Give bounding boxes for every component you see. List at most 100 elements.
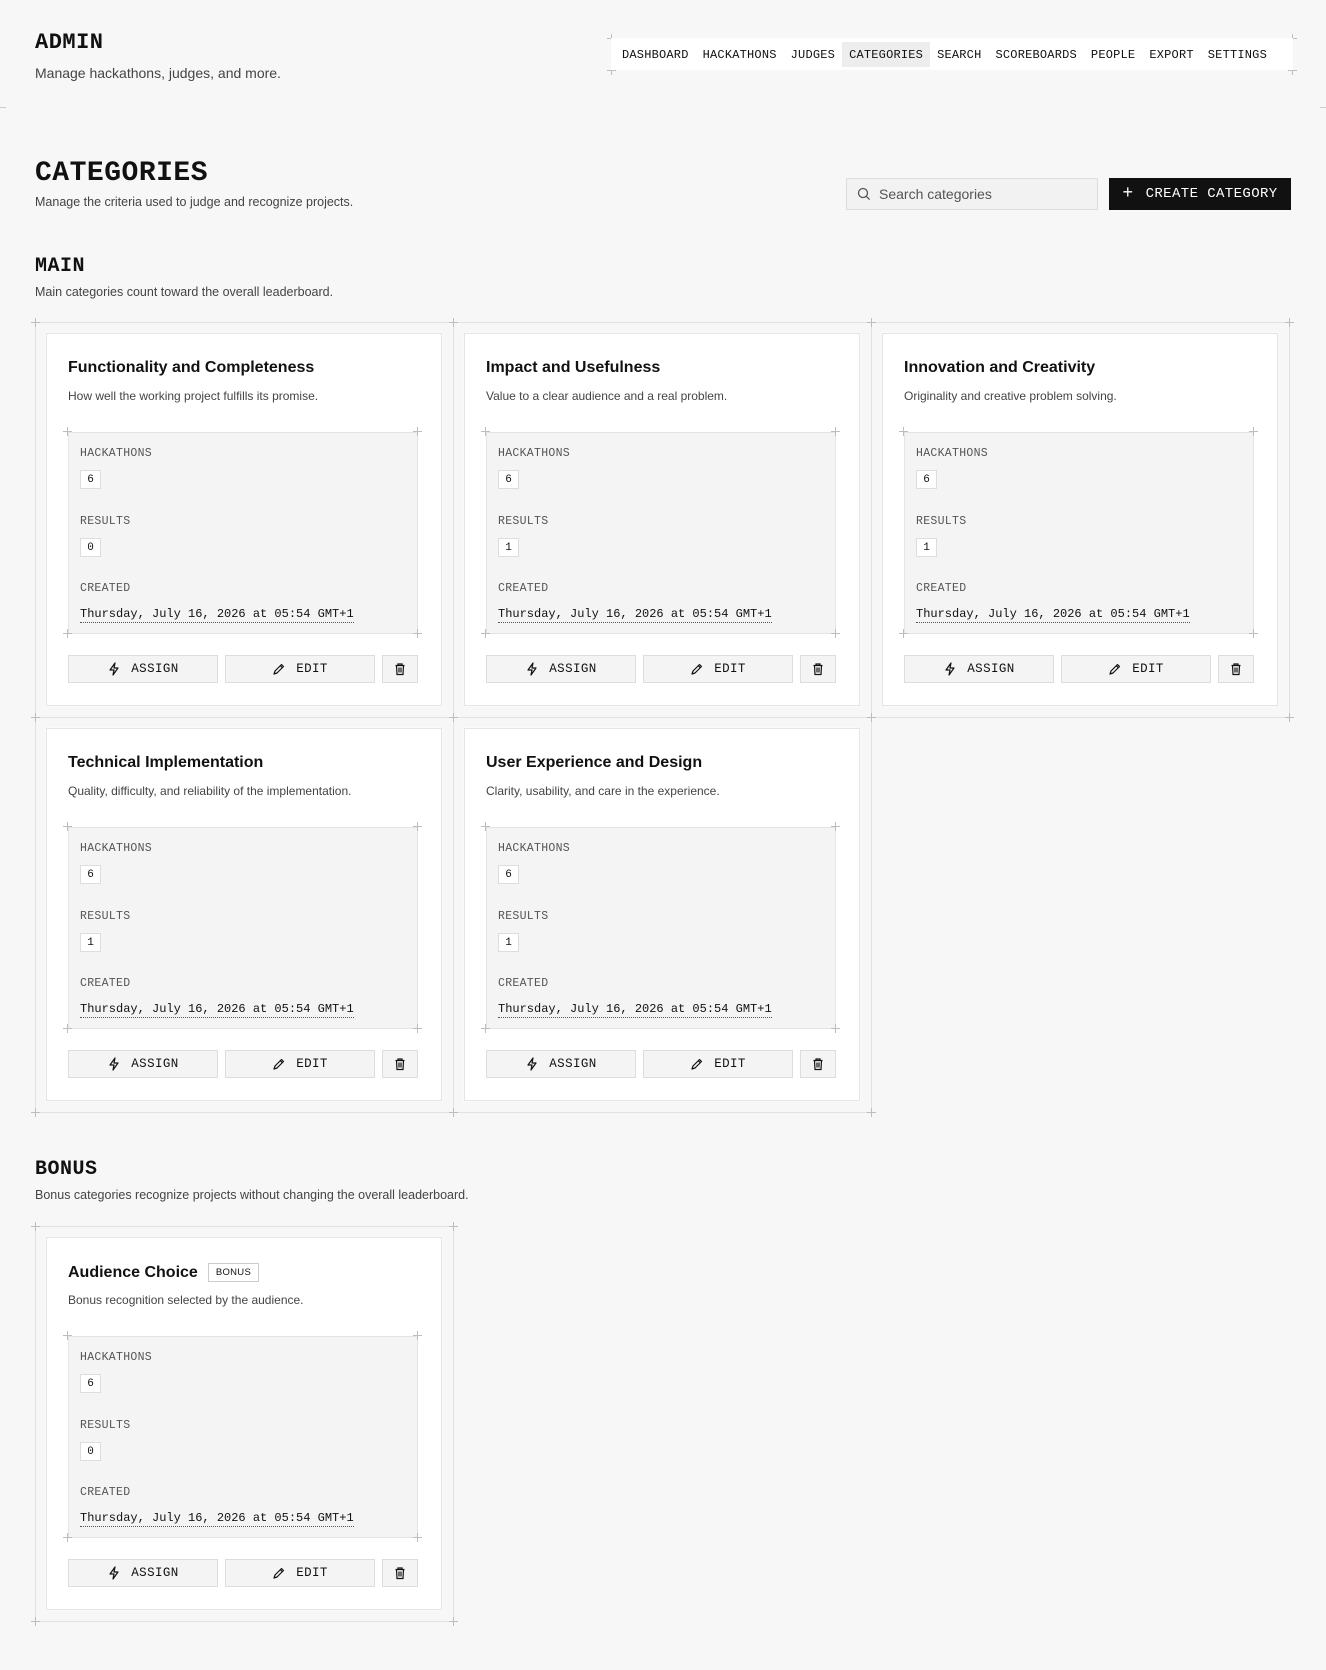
assign-button[interactable]: ASSIGN [68,1050,218,1078]
main-section-heading: MAIN Main categories count toward the ov… [35,255,333,299]
corner-mark [867,318,876,327]
corner-mark [449,713,458,722]
category-card: Innovation and Creativity Originality an… [882,333,1278,706]
page-title: CATEGORIES [35,158,209,189]
results-label: RESULTS [80,1419,131,1432]
card-title-row: Innovation and Creativity [904,359,1095,377]
hackathons-count: 6 [80,865,101,884]
pencil-icon [1109,663,1121,675]
created-label: CREATED [80,977,131,990]
corner-mark [449,318,458,327]
hackathons-count: 6 [80,470,101,489]
tab-settings[interactable]: SETTINGS [1201,42,1274,67]
assign-button[interactable]: ASSIGN [486,1050,636,1078]
hackathons-label: HACKATHONS [80,842,153,855]
corner-mark [63,427,72,436]
category-card: Impact and Usefulness Value to a clear a… [464,333,860,706]
category-title: User Experience and Design [486,754,703,771]
delete-button[interactable] [800,1050,836,1078]
search-input[interactable] [879,186,1079,202]
tab-judges[interactable]: JUDGES [784,42,842,67]
card-title-row: Functionality and Completeness [68,359,314,377]
corner-mark [831,822,840,831]
tab-people[interactable]: PEOPLE [1084,42,1142,67]
category-card: User Experience and Design Clarity, usab… [464,728,860,1101]
card-title-row: Audience Choice BONUS [68,1263,260,1282]
search-box[interactable] [846,178,1098,210]
corner-mark [31,1617,40,1626]
lightning-icon [527,1057,537,1071]
app-subtitle: Manage hackathons, judges, and more. [35,65,281,81]
hackathons-label: HACKATHONS [498,842,571,855]
page-heading: CATEGORIES Manage the criteria used to j… [35,158,353,209]
corner-mark [831,629,840,638]
assign-label: ASSIGN [549,662,597,676]
assign-button[interactable]: ASSIGN [68,1559,218,1587]
created-date: Thursday, July 16, 2026 at 05:54 GMT+1 [916,607,1190,623]
delete-button[interactable] [382,655,418,683]
tab-export[interactable]: EXPORT [1142,42,1200,67]
assign-label: ASSIGN [131,1057,179,1071]
lightning-icon [109,1057,119,1071]
results-count: 1 [498,933,519,952]
edit-label: EDIT [714,662,746,676]
created-date: Thursday, July 16, 2026 at 05:54 GMT+1 [80,607,354,623]
created-date: Thursday, July 16, 2026 at 05:54 GMT+1 [80,1002,354,1018]
edit-button[interactable]: EDIT [643,655,793,683]
assign-button[interactable]: ASSIGN [904,655,1054,683]
corner-mark [31,318,40,327]
corner-mark [63,1331,72,1340]
category-description: Clarity, usability, and care in the expe… [486,784,720,798]
corner-mark [899,629,908,638]
tab-dashboard[interactable]: DASHBOARD [615,42,696,67]
category-description: Originality and creative problem solving… [904,389,1117,403]
edit-button[interactable]: EDIT [225,655,375,683]
page-subtitle: Manage the criteria used to judge and re… [35,195,354,209]
created-date: Thursday, July 16, 2026 at 05:54 GMT+1 [80,1511,354,1527]
edit-button[interactable]: EDIT [225,1559,375,1587]
divider-tick [1320,107,1326,108]
hackathons-label: HACKATHONS [498,447,571,460]
tab-hackathons[interactable]: HACKATHONS [696,42,784,67]
delete-button[interactable] [1218,655,1254,683]
category-stats: HACKATHONS 6 RESULTS 0 CREATED Thursday,… [68,1336,418,1538]
hackathons-label: HACKATHONS [80,1351,153,1364]
tab-categories[interactable]: CATEGORIES [842,41,931,67]
edit-button[interactable]: EDIT [1061,655,1211,683]
category-title: Innovation and Creativity [904,359,1096,376]
tab-scoreboards[interactable]: SCOREBOARDS [989,42,1084,67]
category-title: Technical Implementation [68,754,264,771]
edit-button[interactable]: EDIT [225,1050,375,1078]
category-title: Functionality and Completeness [68,359,315,376]
delete-button[interactable] [800,655,836,683]
created-date: Thursday, July 16, 2026 at 05:54 GMT+1 [498,1002,772,1018]
corner-mark [63,629,72,638]
delete-button[interactable] [382,1559,418,1587]
create-category-button[interactable]: + CREATE CATEGORY [1109,178,1291,210]
delete-button[interactable] [382,1050,418,1078]
category-card: Technical Implementation Quality, diffic… [46,728,442,1101]
results-count: 1 [498,538,519,557]
category-stats: HACKATHONS 6 RESULTS 1 CREATED Thursday,… [486,432,836,634]
tab-search[interactable]: SEARCH [930,42,988,67]
edit-button[interactable]: EDIT [643,1050,793,1078]
card-actions: ASSIGN EDIT [68,1559,418,1587]
results-count: 1 [80,933,101,952]
category-stats: HACKATHONS 6 RESULTS 0 CREATED Thursday,… [68,432,418,634]
assign-label: ASSIGN [131,1566,179,1580]
hackathons-count: 6 [498,470,519,489]
assign-label: ASSIGN [131,662,179,676]
lightning-icon [945,662,955,676]
corner-mark [63,822,72,831]
corner-mark [413,1024,422,1033]
category-card: Audience Choice BONUS Bonus recognition … [46,1237,442,1610]
corner-mark [413,1331,422,1340]
hackathons-label: HACKATHONS [80,447,153,460]
results-label: RESULTS [498,515,549,528]
assign-button[interactable]: ASSIGN [486,655,636,683]
category-stats: HACKATHONS 6 RESULTS 1 CREATED Thursday,… [486,827,836,1029]
assign-button[interactable]: ASSIGN [68,655,218,683]
pencil-icon [273,1567,285,1579]
divider-tick [0,107,6,108]
trash-icon [395,1567,405,1580]
